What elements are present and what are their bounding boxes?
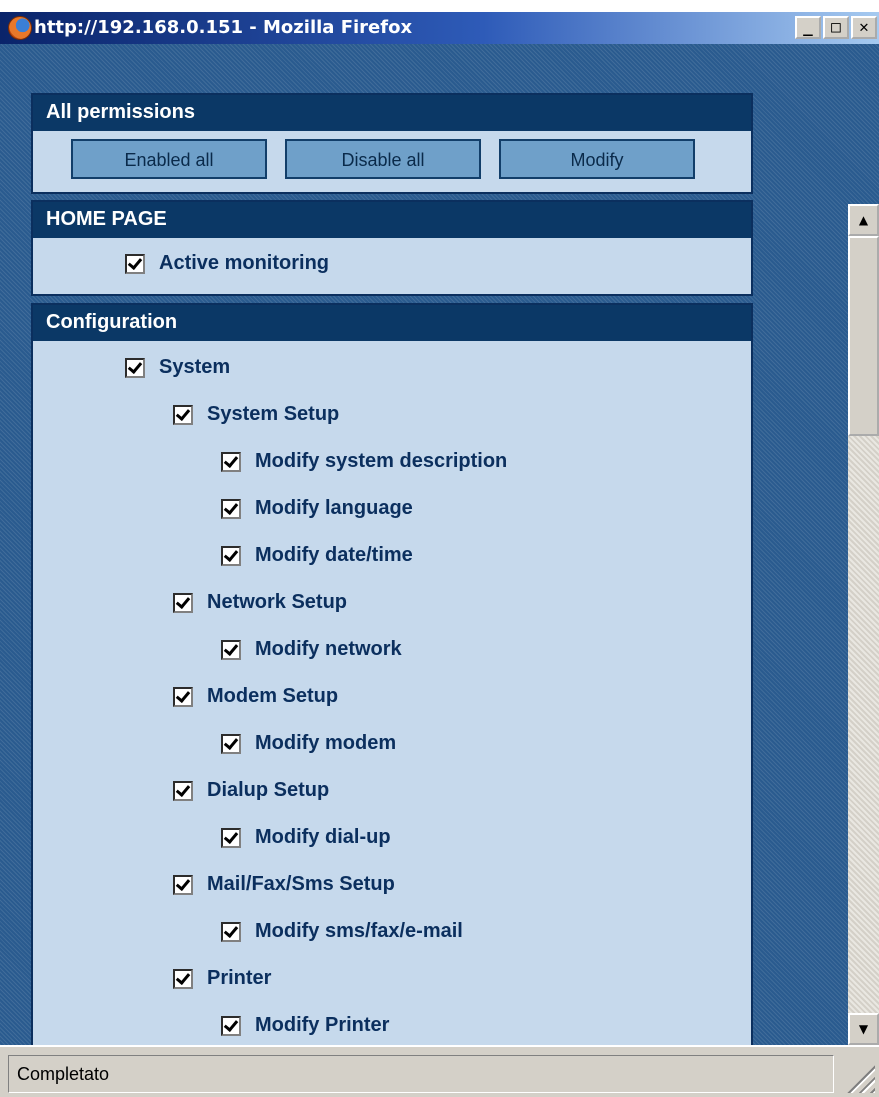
home-page-panel: HOME PAGE Active monitoring <box>31 200 753 296</box>
perm-label: Mail/Fax/Sms Setup <box>207 873 395 895</box>
perm-active-monitoring[interactable]: Active monitoring <box>125 252 329 275</box>
checkbox[interactable] <box>125 253 145 274</box>
maximize-button[interactable]: □ <box>823 16 849 39</box>
home-page-header: HOME PAGE <box>33 202 751 238</box>
scrollbar-thumb[interactable] <box>848 236 879 436</box>
perm-label: Printer <box>207 967 272 989</box>
perm-label: Modify sms/fax/e-mail <box>255 920 463 942</box>
perm-modify-language[interactable]: Modify language <box>221 497 413 520</box>
disable-all-button[interactable]: Disable all <box>285 139 481 179</box>
perm-label: Modify dial-up <box>255 826 391 848</box>
perm-label: Network Setup <box>207 591 348 613</box>
perm-label: Modify language <box>255 497 413 519</box>
status-bar: Completato <box>0 1045 879 1097</box>
perm-modify-system-description[interactable]: Modify system description <box>221 450 507 473</box>
scroll-down-button[interactable]: ▼ <box>848 1013 879 1045</box>
checkbox[interactable] <box>173 686 193 707</box>
all-permissions-panel: All permissions Enabled all Disable all … <box>31 93 753 194</box>
perm-modify-printer[interactable]: Modify Printer <box>221 1014 389 1037</box>
perm-system-setup[interactable]: System Setup <box>173 403 339 426</box>
perm-label: Dialup Setup <box>207 779 330 801</box>
perm-label: Active monitoring <box>159 252 330 274</box>
firefox-icon <box>8 16 32 40</box>
perm-label: Modify network <box>255 638 402 660</box>
vertical-scrollbar[interactable]: ▲ ▼ <box>848 204 879 1045</box>
close-button[interactable]: ✕ <box>851 16 877 39</box>
resize-grip-icon[interactable] <box>847 1065 875 1093</box>
checkbox[interactable] <box>173 874 193 895</box>
status-text: Completato <box>8 1055 834 1093</box>
perm-modify-dial-up[interactable]: Modify dial-up <box>221 826 391 849</box>
configuration-panel: Configuration System System Setup Modify… <box>31 303 753 1053</box>
enable-all-button[interactable]: Enabled all <box>71 139 267 179</box>
perm-modify-date-time[interactable]: Modify date/time <box>221 544 413 567</box>
scroll-up-button[interactable]: ▲ <box>848 204 879 236</box>
window-title-bar[interactable]: http://192.168.0.151 - Mozilla Firefox _… <box>0 12 879 44</box>
checkbox[interactable] <box>173 592 193 613</box>
checkbox[interactable] <box>221 827 241 848</box>
checkbox[interactable] <box>173 404 193 425</box>
checkbox[interactable] <box>221 1015 241 1036</box>
checkbox[interactable] <box>221 733 241 754</box>
permission-buttons: Enabled all Disable all Modify <box>71 139 695 179</box>
checkbox[interactable] <box>173 780 193 801</box>
perm-label: System <box>159 356 231 378</box>
perm-label: Modify date/time <box>255 544 413 566</box>
checkbox[interactable] <box>125 357 145 378</box>
perm-modem-setup[interactable]: Modem Setup <box>173 685 338 708</box>
checkbox[interactable] <box>221 451 241 472</box>
perm-label: Modify Printer <box>255 1014 390 1036</box>
window-title: http://192.168.0.151 - Mozilla Firefox <box>34 17 413 38</box>
page-content: All permissions Enabled all Disable all … <box>0 44 879 1053</box>
perm-modify-network[interactable]: Modify network <box>221 638 402 661</box>
perm-label: Modify system description <box>255 450 508 472</box>
perm-network-setup[interactable]: Network Setup <box>173 591 347 614</box>
checkbox[interactable] <box>221 498 241 519</box>
checkbox[interactable] <box>221 545 241 566</box>
perm-modify-modem[interactable]: Modify modem <box>221 732 396 755</box>
perm-mail-fax-sms-setup[interactable]: Mail/Fax/Sms Setup <box>173 873 395 896</box>
perm-dialup-setup[interactable]: Dialup Setup <box>173 779 329 802</box>
configuration-header: Configuration <box>33 305 751 341</box>
checkbox[interactable] <box>173 968 193 989</box>
modify-button[interactable]: Modify <box>499 139 695 179</box>
perm-modify-sms-fax-email[interactable]: Modify sms/fax/e-mail <box>221 920 463 943</box>
window-controls: _ □ ✕ <box>795 16 877 39</box>
perm-label: System Setup <box>207 403 340 425</box>
perm-label: Modify modem <box>255 732 397 754</box>
checkbox[interactable] <box>221 639 241 660</box>
checkbox[interactable] <box>221 921 241 942</box>
perm-label: Modem Setup <box>207 685 339 707</box>
perm-printer[interactable]: Printer <box>173 967 271 990</box>
minimize-button[interactable]: _ <box>795 16 821 39</box>
perm-system[interactable]: System <box>125 356 230 379</box>
all-permissions-header: All permissions <box>33 95 751 131</box>
